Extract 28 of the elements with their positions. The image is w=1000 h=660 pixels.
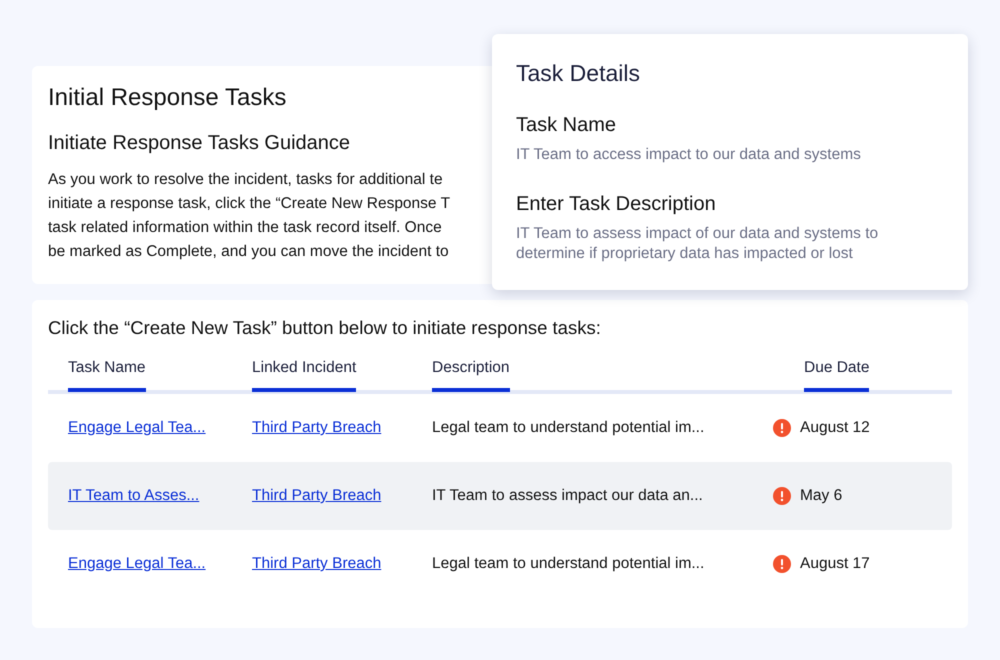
table-row[interactable]: IT Team to Asses... Third Party Breach IT Team to assess impact our data an... May 6: [48, 462, 952, 530]
due-date: May 6: [800, 487, 842, 505]
incident-link[interactable]: Third Party Breach: [252, 487, 382, 504]
guidance-text: As you work to resolve the incident, tasks for additional te initiate a response task, click the “Create New Response T task related information within the task record itself. Once be marked as Complete, and you can move the incident to: [48, 170, 450, 262]
task-link[interactable]: Engage Legal Tea...: [68, 555, 206, 572]
card-title: Initial Response Tasks: [48, 84, 286, 112]
column-header: Due Date: [804, 359, 870, 392]
due-date: August 17: [800, 555, 870, 573]
table-cell: Legal team to understand potential im...: [432, 555, 704, 572]
field-value: IT Team to access impact to our data and systems: [516, 145, 862, 165]
table-row[interactable]: Engage Legal Tea... Third Party Breach Legal team to understand potential im... August 12: [48, 394, 952, 462]
column-header: Task Name: [68, 359, 146, 392]
task-link[interactable]: Engage Legal Tea...: [68, 419, 206, 436]
table-cell: IT Team to assess impact our data an...: [432, 487, 703, 504]
field-label: Enter Task Description: [516, 193, 717, 216]
popover-title: Task Details: [516, 60, 641, 87]
column-header: Description: [432, 359, 510, 392]
incident-link[interactable]: Third Party Breach: [252, 419, 382, 436]
table-cell: Legal team to understand potential im...: [432, 419, 704, 436]
incident-link[interactable]: Third Party Breach: [252, 555, 382, 572]
due-date: August 12: [800, 419, 870, 437]
guidance-heading: Initiate Response Tasks Guidance: [48, 132, 350, 155]
field-value: IT Team to assess impact of our data and systems to determine if proprietary data has impacted or lost: [516, 224, 880, 264]
task-link[interactable]: IT Team to Asses...: [68, 487, 200, 504]
table-row[interactable]: Engage Legal Tea... Third Party Breach Legal team to understand potential im... August 17: [48, 530, 952, 598]
field-label: Task Name: [516, 114, 618, 137]
instruction-text: Click the “Create New Task” button below to initiate response tasks:: [48, 317, 602, 339]
column-header: Linked Incident: [252, 359, 356, 392]
